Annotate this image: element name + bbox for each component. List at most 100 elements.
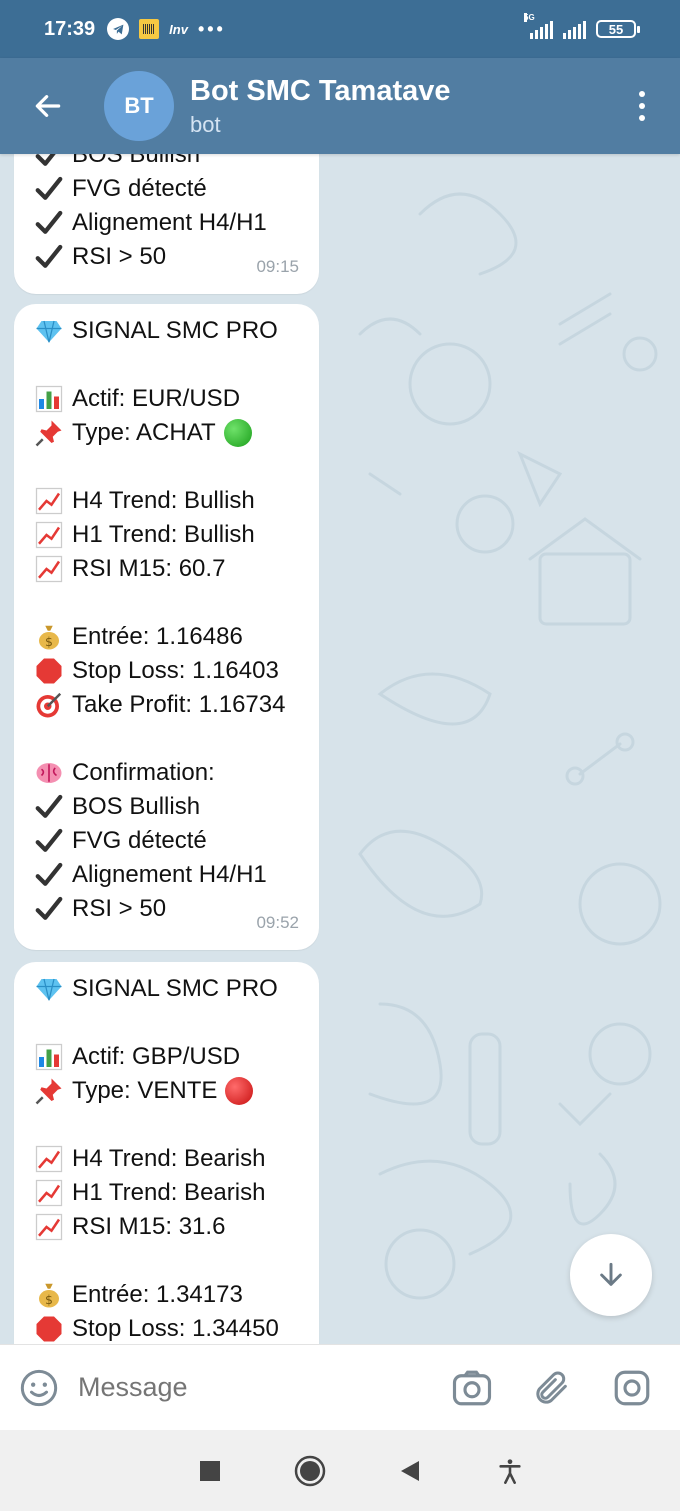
smile-icon [20, 1369, 58, 1406]
status-time: 17:39 [44, 17, 96, 40]
square-icon [200, 1460, 220, 1481]
check-icon [32, 172, 66, 206]
message-text: Take Profit: 1.16734 [72, 691, 286, 718]
circle-icon [294, 1455, 326, 1486]
chat-title: Bot SMC Tamatave [190, 74, 451, 107]
message-bubble[interactable]: SIGNAL SMC PRO Actif: GBP/USD Type: VENT… [14, 962, 319, 1344]
svg-text:$: $ [45, 634, 53, 649]
message-text: Actif: EUR/USD [72, 385, 241, 412]
message-bubble[interactable]: SIGNAL SMC PRO Actif: EUR/USD Type: ACHA… [14, 304, 319, 950]
camera-icon [452, 1370, 492, 1405]
signal-title: SIGNAL SMC PRO [72, 317, 278, 344]
chat-header: BT Bot SMC Tamatave bot [0, 58, 680, 154]
system-nav-bar [0, 1430, 680, 1511]
message-text: Type: ACHAT [72, 419, 216, 446]
message-line: $ Entrée: 1.34173 [32, 1278, 301, 1312]
message-text: H4 Trend: Bearish [72, 1145, 266, 1172]
message-text: Alignement H4/H1 [72, 861, 267, 888]
check-icon [32, 154, 66, 172]
message-text: FVG détecté [72, 827, 207, 854]
emoji-button[interactable] [0, 1345, 78, 1431]
message-text: FVG détecté [72, 175, 207, 202]
message-text: Entrée: 1.34173 [72, 1281, 243, 1308]
accessibility-icon [499, 1458, 521, 1484]
brain-icon [32, 756, 66, 790]
more-options-button[interactable] [604, 58, 680, 154]
check-icon [32, 790, 66, 824]
message-text: RSI > 50 [72, 243, 167, 270]
chart-up-icon [32, 484, 66, 518]
message-text: Actif: GBP/USD [72, 1043, 241, 1070]
pushpin-icon [32, 1074, 66, 1108]
chat-title-block[interactable]: Bot SMC Tamatave bot [190, 75, 451, 138]
bar-chart-icon [32, 382, 66, 416]
back-nav-button[interactable] [380, 1441, 440, 1501]
target-icon [32, 688, 66, 722]
message-line: Alignement H4/H1 [32, 858, 301, 892]
avatar[interactable]: BT [104, 71, 174, 141]
triangle-left-icon [401, 1460, 419, 1481]
message-line: Stop Loss: 1.16403 [32, 654, 301, 688]
message-line: Actif: EUR/USD [32, 382, 301, 416]
message-text: BOS Bullish [72, 154, 201, 168]
message-line: SIGNAL SMC PRO [32, 314, 301, 348]
message-text: Stop Loss: 1.34450 [72, 1315, 279, 1342]
message-text: Type: VENTE [72, 1077, 218, 1104]
message-line: Actif: GBP/USD [32, 1040, 301, 1074]
arrow-down-icon [600, 1262, 622, 1286]
stop-sign-icon [32, 654, 66, 688]
message-line: Stop Loss: 1.34450 [32, 1312, 301, 1344]
message-text: RSI > 50 [72, 895, 167, 922]
instagram-icon [614, 1370, 650, 1405]
instagram-button[interactable] [592, 1345, 672, 1431]
message-text: Confirmation: [72, 759, 215, 786]
message-text: BOS Bullish [72, 793, 201, 820]
red-circle-icon [225, 1077, 254, 1105]
message-text: RSI M15: 60.7 [72, 555, 226, 582]
accessibility-button[interactable] [480, 1441, 540, 1501]
attach-button[interactable] [512, 1345, 592, 1431]
message-text: Stop Loss: 1.16403 [72, 657, 279, 684]
message-line: H1 Trend: Bearish [32, 1176, 301, 1210]
message-input-bar [0, 1344, 680, 1430]
home-button[interactable] [280, 1441, 340, 1501]
gem-icon [32, 314, 66, 348]
message-text: Entrée: 1.16486 [72, 623, 243, 650]
message-bubble[interactable]: BOS Bullish FVG détecté Alignement H4/H1… [14, 154, 319, 294]
chart-up-icon [32, 552, 66, 586]
chart-up-icon [32, 1210, 66, 1244]
message-line: H4 Trend: Bullish [32, 484, 301, 518]
money-bag-icon: $ [32, 1278, 66, 1312]
message-line: BOS Bullish [32, 790, 301, 824]
barcode-icon [139, 19, 160, 39]
recents-button[interactable] [180, 1441, 240, 1501]
check-icon [32, 240, 66, 274]
battery-level: 55 [608, 21, 624, 37]
signal-icon [563, 19, 586, 39]
message-line: SIGNAL SMC PRO [32, 972, 301, 1006]
signal-5g-icon: 5G [524, 13, 553, 39]
message-line: Type: VENTE [32, 1074, 301, 1108]
message-line: RSI M15: 31.6 [32, 1210, 301, 1244]
message-line: RSI M15: 60.7 [32, 552, 301, 586]
green-circle-icon [223, 419, 252, 447]
message-text: Alignement H4/H1 [72, 209, 267, 236]
message-time: 09:52 [256, 913, 299, 932]
message-input[interactable] [78, 1372, 432, 1403]
chat-area[interactable]: BOS Bullish FVG détecté Alignement H4/H1… [0, 154, 680, 1344]
back-button[interactable] [0, 58, 96, 154]
inv-app-icon: Inv [169, 21, 188, 37]
scroll-down-button[interactable] [570, 1234, 652, 1316]
network-type-label: 5G [524, 13, 535, 22]
check-icon [32, 858, 66, 892]
more-notifications-icon: ••• [197, 18, 226, 39]
message-line: H1 Trend: Bullish [32, 518, 301, 552]
camera-button[interactable] [432, 1345, 512, 1431]
signal-title: SIGNAL SMC PRO [72, 975, 278, 1002]
message-line: $ Entrée: 1.16486 [32, 620, 301, 654]
pushpin-icon [32, 416, 66, 450]
money-bag-icon: $ [32, 620, 66, 654]
chat-subtitle: bot [190, 111, 221, 137]
arrow-left-icon [35, 95, 61, 117]
message-text: H4 Trend: Bullish [72, 487, 255, 514]
